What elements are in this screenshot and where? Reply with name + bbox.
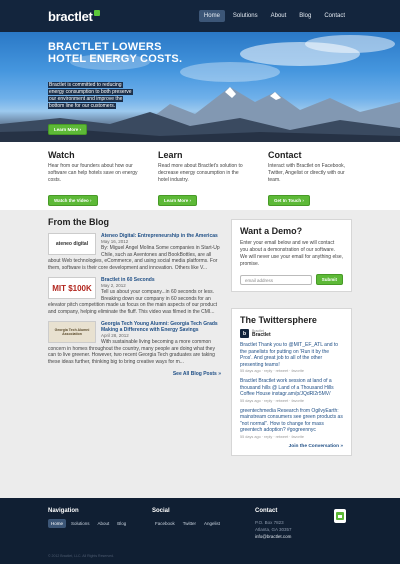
blog-post: MIT $100K Bractlet in 60 Seconds May 2, … xyxy=(48,277,221,315)
footer-address-line: P.O. Box 7823 xyxy=(255,520,284,525)
feature-contact-text: Interact with Bractlet on Facebook, Twit… xyxy=(268,163,345,183)
footer-navigation: Navigation Home Solutions About Blog xyxy=(48,508,129,528)
footer-navigation-heading: Navigation xyxy=(48,508,79,514)
logo-mark-icon xyxy=(93,9,100,16)
blog-heading: From the Blog xyxy=(48,217,109,227)
blog-post: ateneo digital Ateneo Digital: Entrepren… xyxy=(48,233,221,271)
nav-item-blog[interactable]: Blog xyxy=(294,10,316,22)
footer-link-facebook[interactable]: Facebook xyxy=(152,519,178,528)
feature-learn: Learn Read more about Bractlet's solutio… xyxy=(158,150,248,207)
tweet-text[interactable]: Bractlet Thank you to @MIT_EF_ATL and to… xyxy=(240,342,343,368)
email-input[interactable]: email address xyxy=(240,274,312,285)
feature-watch: Watch Hear from our founders about how o… xyxy=(48,150,138,207)
tweet: Bractlet Thank you to @MIT_EF_ATL and to… xyxy=(240,342,343,373)
twitter-account-name: Bractlet xyxy=(252,332,271,338)
footer-link-twitter[interactable]: Twitter xyxy=(180,519,199,528)
nav-item-home[interactable]: Home xyxy=(198,10,225,22)
feature-contact: Contact Interact with Bractlet on Facebo… xyxy=(268,150,358,207)
feature-contact-title: Contact xyxy=(268,150,302,160)
site-footer: Navigation Home Solutions About Blog Soc… xyxy=(0,498,400,564)
hero-description: Bractlet is committed to reducing energy… xyxy=(48,82,138,110)
footer-social-heading: Social xyxy=(152,508,170,514)
footer-address-line: Atlanta, GA 30357 xyxy=(255,527,292,532)
see-all-posts-link[interactable]: See All Blog Posts » xyxy=(48,371,221,377)
tweet-meta[interactable]: 55 days ago · reply · retweet · favorite xyxy=(240,399,343,403)
nav-item-about[interactable]: About xyxy=(266,10,292,22)
footer-social: Social Facebook Twitter Angelist xyxy=(152,508,223,528)
footer-contact: Contact P.O. Box 7823 Atlanta, GA 30357 … xyxy=(255,508,292,540)
footer-email-link[interactable]: info@bractlet.com xyxy=(255,533,292,540)
logo[interactable]: bractlet xyxy=(48,9,100,24)
learn-more-button[interactable]: Learn More › xyxy=(158,195,198,206)
footer-copyright: © 2012 Bractlet, LLC. All Rights Reserve… xyxy=(48,554,114,558)
tweet: Bractlet Bractlet work session at land o… xyxy=(240,378,343,403)
bractlet-avatar-icon: b xyxy=(240,329,249,338)
nav-item-contact[interactable]: Contact xyxy=(319,10,350,22)
twitter-heading: The Twittersphere xyxy=(240,315,317,325)
demo-heading: Want a Demo? xyxy=(240,226,303,236)
footer-link-angelist[interactable]: Angelist xyxy=(201,519,223,528)
feature-watch-text: Hear from our founders about how our sof… xyxy=(48,163,138,183)
feature-watch-title: Watch xyxy=(48,150,75,160)
site-header: bractlet Home Solutions About Blog Conta… xyxy=(0,0,400,32)
footer-link-solutions[interactable]: Solutions xyxy=(68,519,93,528)
submit-button[interactable]: Submit xyxy=(315,274,343,285)
footer-nav-links: Home Solutions About Blog xyxy=(48,519,129,528)
post-thumbnail-mit[interactable]: MIT $100K xyxy=(48,277,96,299)
watch-video-button[interactable]: Watch the Video › xyxy=(48,195,98,206)
footer-link-blog[interactable]: Blog xyxy=(114,519,129,528)
footer-logo-icon[interactable] xyxy=(334,509,346,523)
tweet-meta[interactable]: 55 days ago · reply · retweet · favorite xyxy=(240,369,343,373)
tweet: greentechmedia Research from OgilvyEarth… xyxy=(240,408,343,439)
footer-contact-heading: Contact xyxy=(255,508,278,514)
hero-description-text: Bractlet is committed to reducing energy… xyxy=(48,82,133,109)
footer-link-home[interactable]: Home xyxy=(48,519,67,528)
demo-description: Enter your email below and we will conta… xyxy=(240,240,344,267)
footer-logo-mark-icon xyxy=(336,512,344,520)
footer-social-links: Facebook Twitter Angelist xyxy=(152,519,223,528)
tweet-meta[interactable]: 55 days ago · reply · retweet · favorite xyxy=(240,435,343,439)
hero-title: Bractlet lowers hotel energy costs. xyxy=(48,41,183,65)
post-thumbnail-georgia-tech[interactable]: Georgia Tech Alumni Association xyxy=(48,321,96,343)
mit-100k-logo-text: MIT $100K xyxy=(52,283,92,293)
georgia-tech-logo-text: Georgia Tech Alumni Association xyxy=(54,328,90,336)
ateneo-logo-text: ateneo digital xyxy=(55,241,89,247)
twitter-card: The Twittersphere b Bractlet Bractlet Br… xyxy=(231,308,352,456)
footer-link-about[interactable]: About xyxy=(95,519,113,528)
feature-learn-title: Learn xyxy=(158,150,183,160)
feature-learn-text: Read more about Bractlet's solution to d… xyxy=(158,163,243,183)
logo-text: bractlet xyxy=(48,9,93,24)
demo-form: email address Submit xyxy=(240,274,343,285)
tweet-text[interactable]: Bractlet Bractlet work session at land o… xyxy=(240,378,343,398)
join-conversation-link[interactable]: Join the Conversation » xyxy=(240,444,343,449)
tweet-text[interactable]: greentechmedia Research from OgilvyEarth… xyxy=(240,408,343,434)
blog-post: Georgia Tech Alumni Association Georgia … xyxy=(48,321,221,365)
hero-banner: Bractlet lowers hotel energy costs. Brac… xyxy=(0,32,400,142)
demo-card: Want a Demo? Enter your email below and … xyxy=(231,219,352,292)
blog-section: From the Blog ateneo digital Ateneo Digi… xyxy=(48,217,221,377)
get-in-touch-button[interactable]: Get In Touch › xyxy=(268,195,310,206)
main-nav: Home Solutions About Blog Contact xyxy=(198,10,350,22)
post-thumbnail-ateneo[interactable]: ateneo digital xyxy=(48,233,96,255)
twitter-account[interactable]: b Bractlet Bractlet xyxy=(240,329,343,338)
feature-row: Watch Hear from our founders about how o… xyxy=(48,150,358,207)
nav-item-solutions[interactable]: Solutions xyxy=(228,10,263,22)
hero-learn-more-button[interactable]: Learn More › xyxy=(48,124,88,135)
